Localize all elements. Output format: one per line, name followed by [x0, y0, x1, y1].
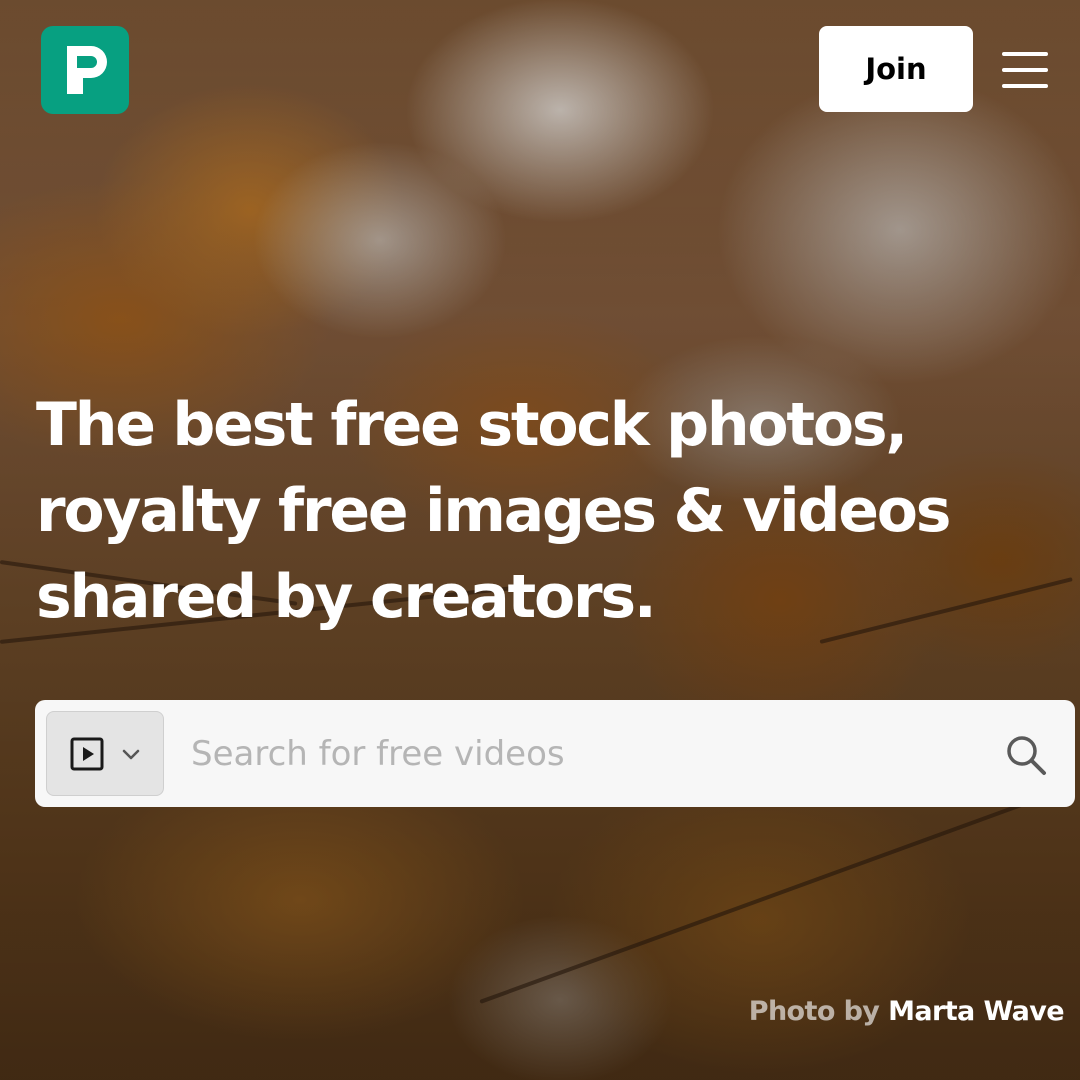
media-type-dropdown[interactable]	[46, 711, 164, 796]
search-input[interactable]	[191, 724, 971, 784]
search-bar	[35, 700, 1075, 807]
chevron-down-icon	[122, 749, 140, 759]
menu-bar-top	[1002, 52, 1048, 56]
hero-section: Join The best free stock photos, royalty…	[0, 0, 1080, 1080]
credit-author-link[interactable]: Marta Wave	[888, 996, 1064, 1027]
search-icon[interactable]	[1003, 732, 1049, 778]
hamburger-menu-icon[interactable]	[1000, 48, 1050, 92]
menu-bar-bottom	[1002, 84, 1048, 88]
headline-line-2: royalty free images & videos	[36, 476, 952, 546]
headline-line-1: The best free stock photos,	[36, 390, 908, 460]
headline-line-3: shared by creators.	[36, 562, 657, 632]
menu-bar-middle	[1002, 68, 1048, 72]
credit-prefix: Photo by	[748, 996, 880, 1027]
join-button[interactable]: Join	[819, 26, 973, 112]
logo[interactable]	[41, 26, 129, 114]
pexels-logo-icon	[67, 46, 107, 94]
hero-headline: The best free stock photos, royalty free…	[36, 382, 1046, 640]
photo-credit: Photo by Marta Wave	[748, 996, 1065, 1027]
video-play-icon	[70, 737, 104, 770]
